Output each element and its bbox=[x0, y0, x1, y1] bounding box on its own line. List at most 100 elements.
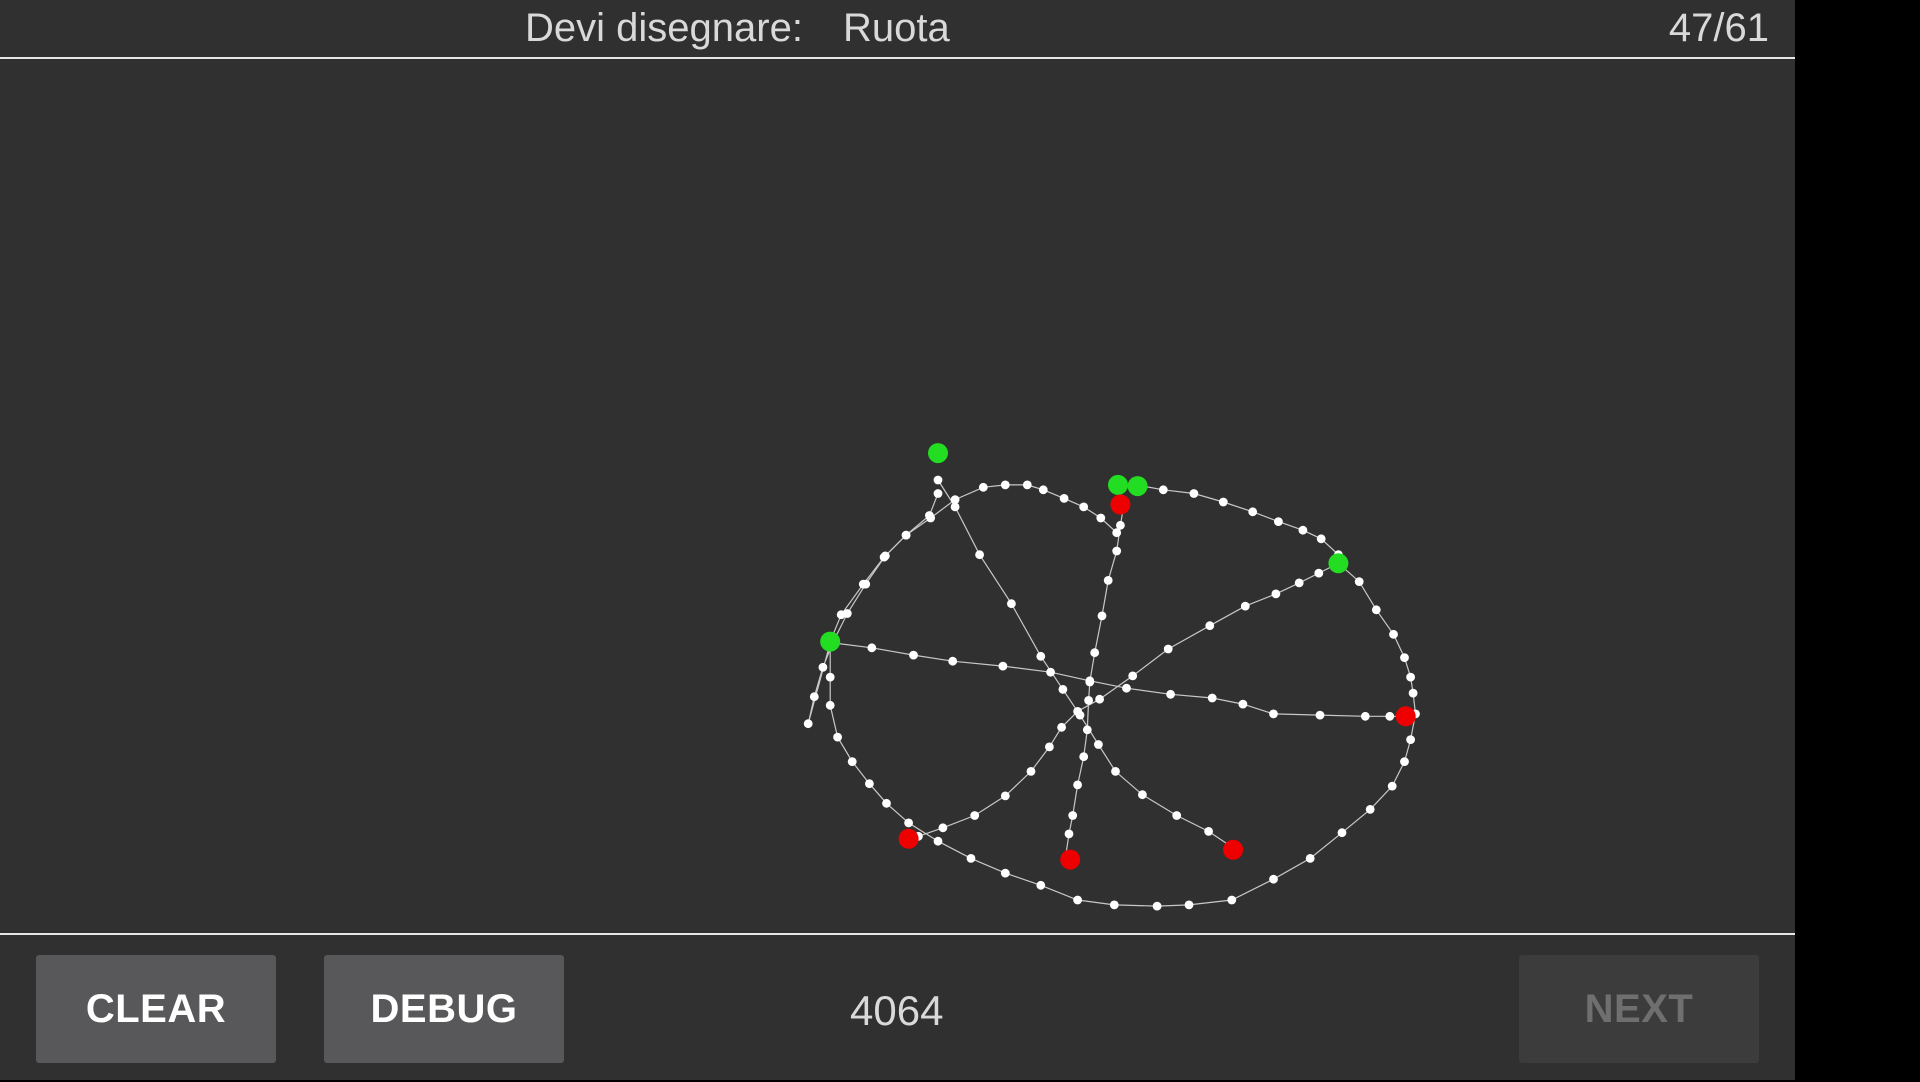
stroke-point bbox=[904, 818, 913, 828]
stroke-line bbox=[1136, 484, 1339, 556]
stroke-point bbox=[1095, 694, 1104, 704]
stroke-line bbox=[829, 562, 1417, 907]
stroke-point bbox=[825, 700, 835, 710]
stroke-point bbox=[1172, 811, 1182, 820]
stroke-point bbox=[1036, 880, 1046, 890]
stroke-point bbox=[978, 482, 988, 492]
stroke-point bbox=[1385, 711, 1395, 721]
stroke-point bbox=[1097, 611, 1107, 621]
clear-button[interactable]: CLEAR bbox=[36, 955, 276, 1063]
stroke-point bbox=[1227, 895, 1237, 905]
stroke-point bbox=[1163, 644, 1173, 654]
drawing-svg[interactable] bbox=[0, 59, 1795, 933]
stroke-point bbox=[1046, 667, 1055, 677]
stroke-point bbox=[1122, 683, 1131, 693]
stroke-start-marker bbox=[928, 443, 948, 464]
stroke-point bbox=[909, 650, 918, 660]
stroke-point bbox=[1337, 828, 1347, 838]
stroke-point bbox=[1365, 805, 1375, 814]
stroke-point bbox=[933, 836, 943, 846]
app-window: Devi disegnare: Ruota 47/61 CLEAR DEBUG … bbox=[0, 0, 1795, 1080]
stroke-end-marker bbox=[1395, 706, 1416, 727]
stroke-point bbox=[1298, 525, 1308, 535]
stroke-point bbox=[1207, 693, 1217, 703]
stroke-point bbox=[966, 854, 976, 863]
stroke-point bbox=[1371, 605, 1381, 615]
stroke-point bbox=[975, 550, 984, 560]
stroke-point bbox=[1238, 699, 1248, 709]
stroke-point bbox=[1218, 497, 1228, 507]
stroke-point bbox=[1059, 494, 1069, 503]
score-value: 4064 bbox=[850, 987, 944, 1034]
stroke-point bbox=[1112, 546, 1122, 556]
stroke-point bbox=[1111, 767, 1120, 776]
stroke-point bbox=[1315, 710, 1325, 720]
stroke-point bbox=[858, 579, 868, 589]
stroke-point bbox=[1408, 688, 1418, 698]
stroke-point bbox=[1109, 900, 1119, 910]
stroke-point bbox=[882, 798, 891, 808]
stroke-point bbox=[1400, 757, 1409, 766]
drawing-canvas[interactable] bbox=[0, 59, 1795, 933]
stroke-point bbox=[1406, 735, 1415, 744]
stroke-point bbox=[1387, 781, 1397, 791]
stroke-point bbox=[1075, 710, 1085, 720]
stroke-point bbox=[948, 656, 958, 666]
stroke-point bbox=[1084, 696, 1093, 705]
stroke-point bbox=[926, 513, 935, 523]
stroke-point bbox=[1305, 854, 1315, 863]
stroke-point bbox=[1085, 677, 1095, 687]
stroke-point bbox=[1090, 648, 1100, 658]
stroke-point bbox=[950, 502, 960, 512]
stroke-start-marker bbox=[1108, 474, 1128, 495]
stroke-point bbox=[1073, 780, 1082, 790]
stroke-line bbox=[908, 562, 1339, 840]
stroke-point bbox=[1316, 534, 1326, 544]
stroke-end-marker bbox=[1060, 849, 1081, 870]
stroke-point bbox=[1269, 874, 1278, 884]
next-button[interactable]: NEXT bbox=[1519, 955, 1759, 1063]
stroke-end-marker bbox=[898, 828, 919, 849]
stroke-point bbox=[1166, 689, 1175, 699]
stroke-point bbox=[1045, 742, 1054, 752]
stroke-point bbox=[1314, 568, 1324, 578]
stroke-point bbox=[1000, 868, 1010, 878]
stroke-point bbox=[1094, 740, 1103, 749]
stroke-point bbox=[809, 692, 819, 702]
stroke-point bbox=[1389, 629, 1398, 639]
stroke-point bbox=[1007, 599, 1016, 609]
stroke-point bbox=[1138, 790, 1147, 800]
stroke-point bbox=[1406, 672, 1415, 682]
stroke-point bbox=[1057, 722, 1066, 732]
stroke-point bbox=[1354, 577, 1364, 586]
progress-counter: 47/61 bbox=[1668, 6, 1769, 50]
stroke-point bbox=[1116, 520, 1125, 530]
stroke-start-marker bbox=[1127, 476, 1148, 497]
prompt-label: Devi disegnare: bbox=[525, 6, 803, 50]
stroke-point bbox=[1064, 829, 1074, 839]
stroke-point bbox=[1400, 653, 1409, 662]
stroke-line bbox=[1064, 503, 1125, 859]
stroke-point bbox=[998, 661, 1008, 671]
stroke-point bbox=[933, 475, 943, 485]
header-bar: Devi disegnare: Ruota 47/61 bbox=[0, 0, 1795, 59]
stroke-point bbox=[867, 643, 877, 653]
stroke-point bbox=[825, 672, 835, 682]
stroke-point bbox=[1189, 489, 1199, 498]
stroke-point bbox=[1079, 752, 1089, 762]
stroke-line bbox=[829, 484, 1118, 642]
prompt-word: Ruota bbox=[843, 6, 950, 50]
stroke-point bbox=[833, 732, 842, 742]
stroke-point bbox=[1082, 725, 1092, 735]
stroke-point bbox=[1271, 589, 1281, 599]
stroke-point bbox=[1294, 578, 1304, 588]
stroke-point bbox=[803, 719, 813, 729]
debug-button[interactable]: DEBUG bbox=[324, 955, 564, 1063]
stroke-line bbox=[807, 493, 939, 724]
stroke-point bbox=[1038, 485, 1048, 495]
stroke-point bbox=[1274, 517, 1283, 526]
stroke-point bbox=[1204, 827, 1213, 836]
stroke-end-marker bbox=[1110, 494, 1131, 515]
stroke-point bbox=[970, 811, 980, 820]
stroke-point bbox=[879, 552, 889, 562]
